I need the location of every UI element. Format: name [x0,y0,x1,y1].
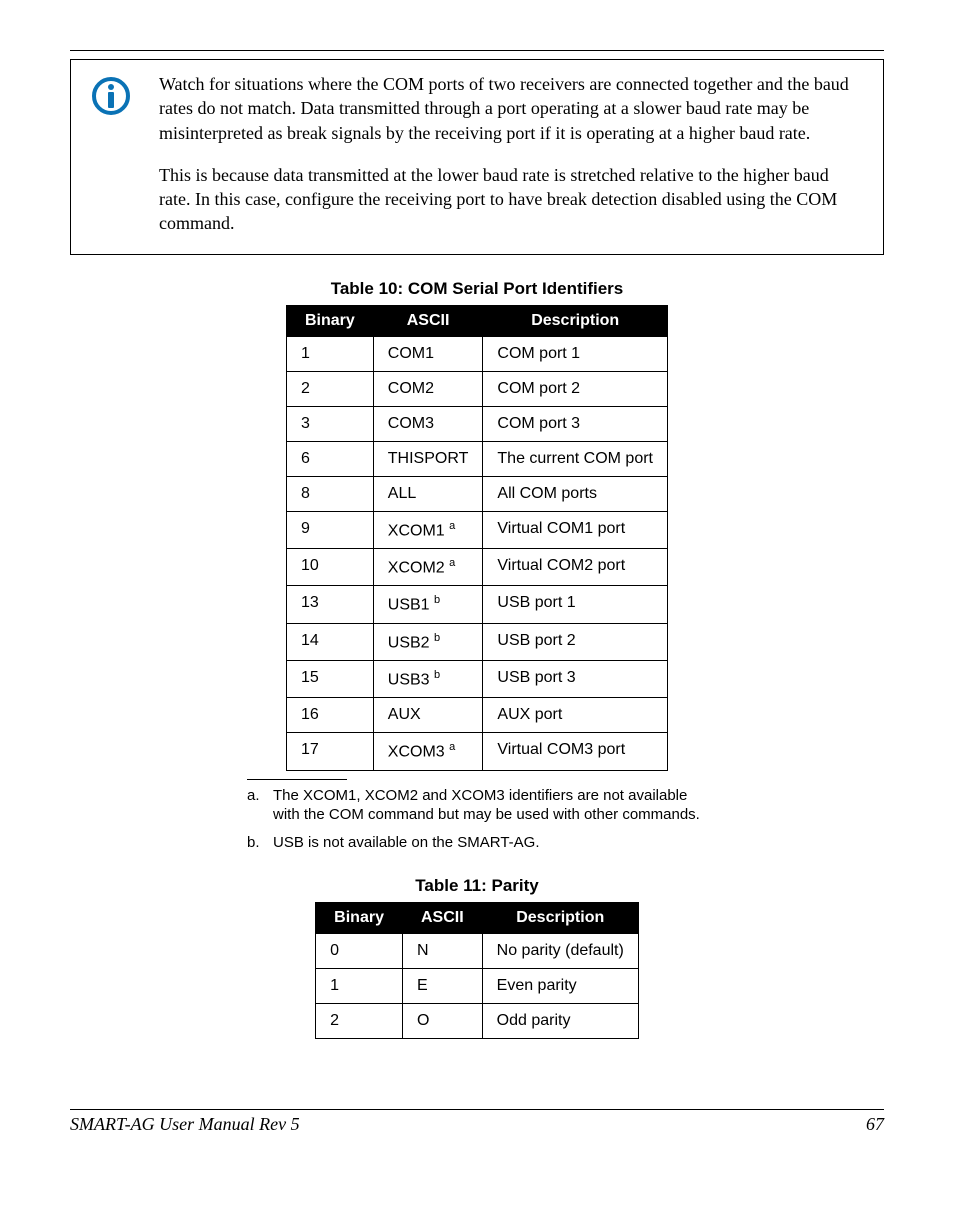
table-row: 6THISPORTThe current COM port [286,441,667,476]
cell-ascii: XCOM2 a [373,549,483,586]
cell-binary: 15 [286,661,373,698]
cell-description: Virtual COM3 port [483,733,668,770]
table-row: 15USB3 bUSB port 3 [286,661,667,698]
cell-description: Virtual COM2 port [483,549,668,586]
page-footer: SMART-AG User Manual Rev 5 67 [70,1109,884,1135]
footnote-b-text: USB is not available on the SMART-AG. [273,833,540,853]
cell-description: No parity (default) [482,934,638,969]
footnote-a-label: a. [247,786,273,825]
cell-ascii: N [402,934,482,969]
cell-binary: 9 [286,511,373,548]
top-rule [70,50,884,51]
cell-description: Odd parity [482,1004,638,1039]
cell-binary: 10 [286,549,373,586]
table-row: 10XCOM2 aVirtual COM2 port [286,549,667,586]
cell-description: Virtual COM1 port [483,511,668,548]
table11-header-binary: Binary [316,903,403,934]
table11-caption: Table 11: Parity [70,876,884,896]
table-row: 1COM1COM port 1 [286,336,667,371]
cell-binary: 13 [286,586,373,623]
cell-description: USB port 1 [483,586,668,623]
footnote-a-text: The XCOM1, XCOM2 and XCOM3 identifiers a… [273,786,707,825]
table10-footnotes: a. The XCOM1, XCOM2 and XCOM3 identifier… [247,779,707,853]
info-note-text: Watch for situations where the COM ports… [159,72,855,236]
cell-ascii: USB1 b [373,586,483,623]
cell-binary: 8 [286,476,373,511]
info-note-box: Watch for situations where the COM ports… [70,59,884,255]
table10-header-ascii: ASCII [373,305,483,336]
cell-description: Even parity [482,969,638,1004]
cell-description: USB port 2 [483,623,668,660]
table-row: 8ALLAll COM ports [286,476,667,511]
cell-ascii: XCOM1 a [373,511,483,548]
footer-left-text: SMART-AG User Manual Rev 5 [70,1114,300,1135]
table11-header-ascii: ASCII [402,903,482,934]
table-row: 17XCOM3 aVirtual COM3 port [286,733,667,770]
cell-ascii: COM3 [373,406,483,441]
cell-description: COM port 1 [483,336,668,371]
cell-binary: 16 [286,698,373,733]
table-parity: Binary ASCII Description 0NNo parity (de… [315,902,639,1039]
cell-ascii: COM1 [373,336,483,371]
cell-ascii: USB3 b [373,661,483,698]
cell-ascii: O [402,1004,482,1039]
table-row: 0NNo parity (default) [316,934,639,969]
table-row: 3COM3COM port 3 [286,406,667,441]
cell-binary: 14 [286,623,373,660]
cell-description: All COM ports [483,476,668,511]
cell-description: USB port 3 [483,661,668,698]
table-row: 1EEven parity [316,969,639,1004]
table-row: 16AUXAUX port [286,698,667,733]
cell-description: COM port 3 [483,406,668,441]
cell-binary: 17 [286,733,373,770]
table10-header-binary: Binary [286,305,373,336]
cell-ascii: THISPORT [373,441,483,476]
cell-ascii: ALL [373,476,483,511]
table10-caption: Table 10: COM Serial Port Identifiers [70,279,884,299]
footer-page-number: 67 [866,1114,884,1135]
cell-binary: 0 [316,934,403,969]
note-paragraph-1: Watch for situations where the COM ports… [159,72,855,145]
cell-description: The current COM port [483,441,668,476]
cell-description: AUX port [483,698,668,733]
cell-binary: 6 [286,441,373,476]
cell-binary: 3 [286,406,373,441]
cell-ascii: COM2 [373,371,483,406]
table10-header-description: Description [483,305,668,336]
table-row: 2OOdd parity [316,1004,639,1039]
table-com-serial-port-identifiers: Binary ASCII Description 1COM1COM port 1… [286,305,668,771]
cell-ascii: XCOM3 a [373,733,483,770]
cell-ascii: AUX [373,698,483,733]
footnote-b-label: b. [247,833,273,853]
table-row: 13USB1 bUSB port 1 [286,586,667,623]
table-row: 9XCOM1 aVirtual COM1 port [286,511,667,548]
table11-header-description: Description [482,903,638,934]
cell-binary: 2 [316,1004,403,1039]
cell-ascii: E [402,969,482,1004]
table-row: 2COM2COM port 2 [286,371,667,406]
cell-binary: 1 [316,969,403,1004]
cell-binary: 2 [286,371,373,406]
note-paragraph-2: This is because data transmitted at the … [159,163,855,236]
cell-description: COM port 2 [483,371,668,406]
info-icon [91,76,131,116]
cell-binary: 1 [286,336,373,371]
cell-ascii: USB2 b [373,623,483,660]
table-row: 14USB2 bUSB port 2 [286,623,667,660]
